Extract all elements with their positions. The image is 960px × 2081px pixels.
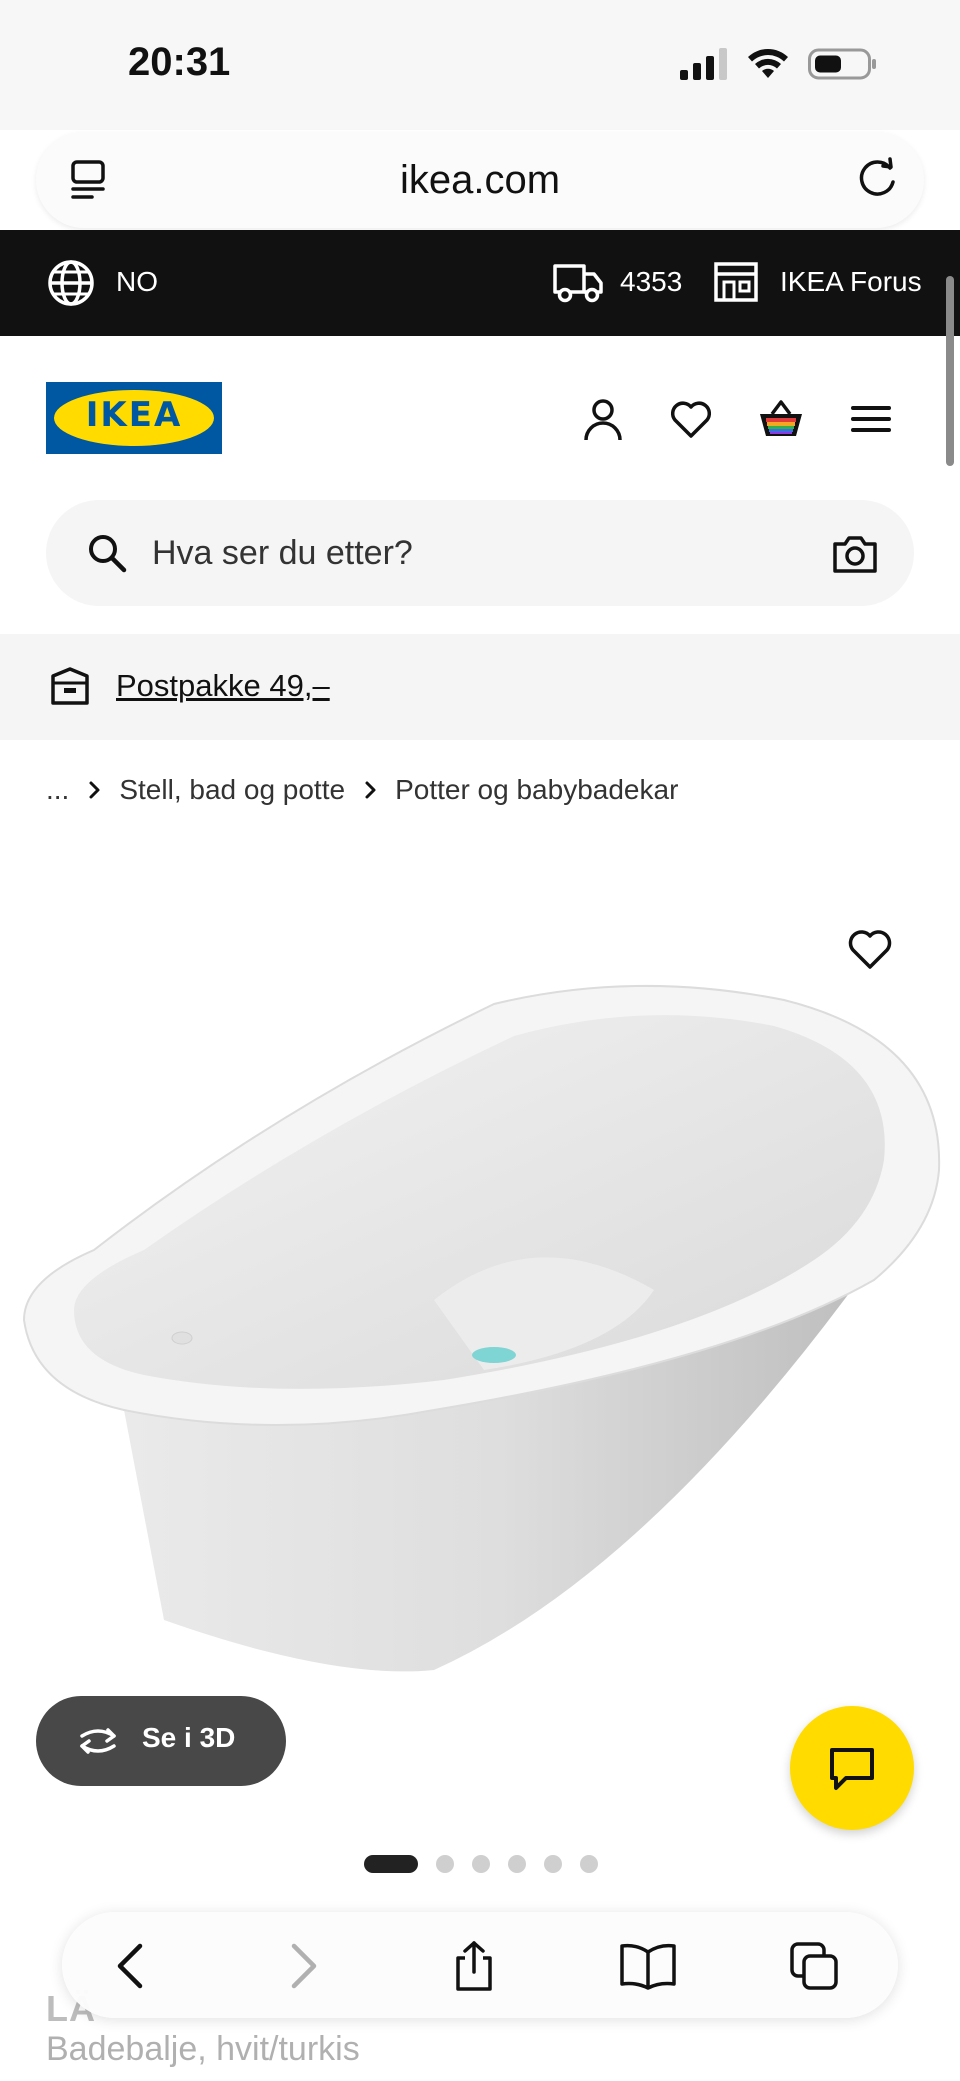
carousel-dot[interactable] [580,1855,598,1873]
camera-icon[interactable] [832,534,878,574]
carousel-dot[interactable] [472,1855,490,1873]
battery-icon [808,48,876,80]
promo-link[interactable]: Postpakke 49,– [116,668,330,704]
basket-icon[interactable] [758,396,804,442]
ikea-logo[interactable]: IKEA [46,382,222,454]
truck-icon[interactable] [552,260,604,304]
browser-toolbar [62,1912,898,2018]
back-icon[interactable] [106,1940,158,1992]
chevron-right-icon [89,781,100,799]
chat-button[interactable] [790,1706,914,1830]
status-bar: 20:31 [0,0,960,130]
selected-store[interactable]: IKEA Forus [780,266,922,298]
search-bar[interactable] [46,500,914,606]
breadcrumb-ellipsis[interactable]: ... [46,774,69,806]
favourite-heart-icon[interactable] [846,926,894,972]
status-time: 20:31 [128,40,231,84]
rotate-3d-icon [80,1728,116,1754]
scrollbar[interactable] [946,276,954,466]
parcel-icon [51,667,89,705]
share-icon[interactable] [448,1940,500,1992]
product-image[interactable] [14,980,944,1680]
carousel-dot[interactable] [436,1855,454,1873]
tabs-overview-icon[interactable] [788,1940,840,1992]
postcode[interactable]: 4353 [620,266,682,298]
carousel-dot-active[interactable] [364,1855,418,1873]
breadcrumb-item-stell[interactable]: Stell, bad og potte [119,774,345,806]
view-3d-label: Se i 3D [142,1722,236,1753]
wifi-icon [748,49,788,78]
product-description: Badebalje, hvit/turkis [46,2030,360,2068]
breadcrumb-item-potter[interactable]: Potter og babybadekar [395,774,678,806]
carousel-dot[interactable] [508,1855,526,1873]
bookmarks-icon[interactable] [618,1940,678,1992]
store-icon[interactable] [712,258,760,306]
chat-icon [830,1748,874,1790]
address-bar[interactable]: ikea.com [36,132,924,228]
forward-icon[interactable] [276,1940,328,1992]
top-utility-bar: NO 4353 IKEA Forus [0,230,960,336]
image-carousel-dots [364,1854,616,1874]
breadcrumb: ... Stell, bad og potte Potter og babyba… [46,770,678,810]
user-icon[interactable] [580,396,626,442]
carousel-dot[interactable] [544,1855,562,1873]
search-icon [89,535,127,573]
chevron-right-icon [365,781,376,799]
promo-banner: Postpakke 49,– [0,634,960,740]
heart-icon[interactable] [668,396,714,442]
language-selector[interactable]: NO [116,266,158,298]
reload-icon[interactable] [852,154,902,204]
search-input[interactable] [152,528,752,578]
signal-icon [680,48,727,80]
menu-icon[interactable] [848,396,894,442]
logo-text: IKEA [85,395,183,435]
url-text[interactable]: ikea.com [36,158,924,203]
globe-icon[interactable] [46,258,96,308]
view-3d-button[interactable]: Se i 3D [36,1696,286,1786]
